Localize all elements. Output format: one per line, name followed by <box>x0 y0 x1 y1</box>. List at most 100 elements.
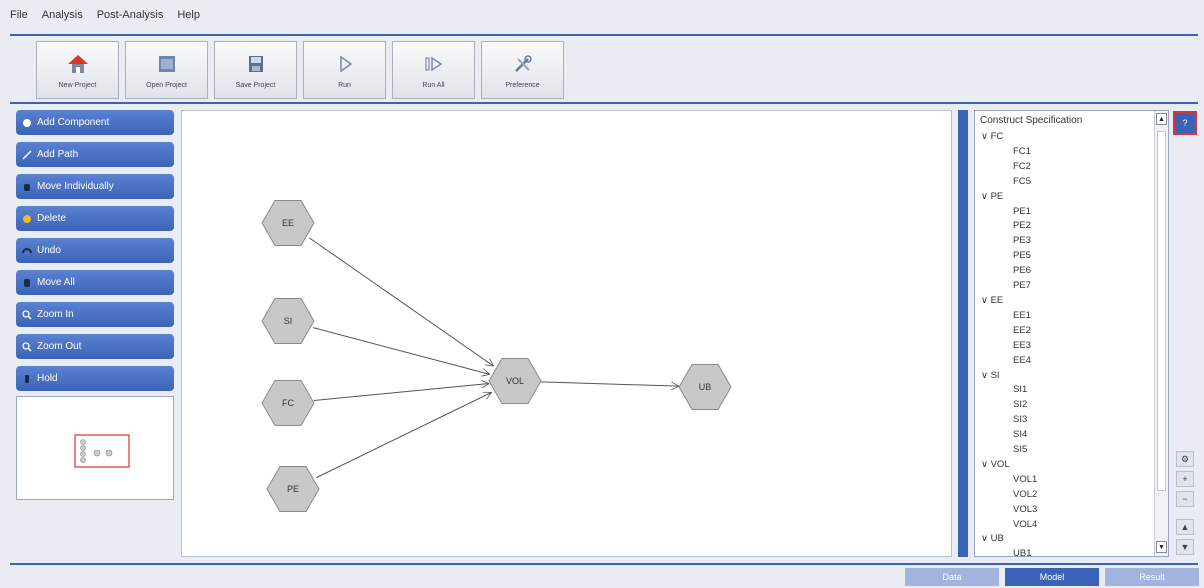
play-icon <box>334 52 356 76</box>
scroll-down-icon[interactable]: ▼ <box>1156 541 1167 553</box>
tree-item[interactable]: SI4 <box>979 428 1037 443</box>
delete-icon <box>22 214 32 224</box>
tree-item[interactable]: FC5 <box>979 175 1037 190</box>
path-arrow-fc-vol[interactable] <box>313 384 489 401</box>
tree-group-si[interactable]: ∨ SI <box>979 369 1037 384</box>
add-path-button[interactable]: Add Path <box>16 142 174 167</box>
overview-minimap[interactable] <box>16 396 174 500</box>
node-si[interactable]: SI <box>261 298 315 344</box>
run-all-button[interactable]: Run All <box>392 41 475 99</box>
node-vol[interactable]: VOL <box>488 358 542 404</box>
zoom-plus-icon[interactable]: + <box>1176 471 1194 487</box>
save-project-button[interactable]: Save Project <box>214 41 297 99</box>
tree-group-fc[interactable]: ∨ FC <box>979 130 1037 145</box>
preference-button[interactable]: Preference <box>481 41 564 99</box>
undo-icon <box>22 246 32 256</box>
tree-item[interactable]: PE3 <box>979 234 1037 249</box>
tree-group-ee[interactable]: ∨ EE <box>979 294 1037 309</box>
panel-splitter[interactable] <box>958 110 968 557</box>
zoom-in-button[interactable]: Zoom In <box>16 302 174 327</box>
node-label: SI <box>284 316 293 326</box>
tree-group-pe[interactable]: ∨ PE <box>979 190 1037 205</box>
scroll-thumb[interactable] <box>1157 131 1166 491</box>
menu-post-analysis[interactable]: Post-Analysis <box>97 9 164 21</box>
tree-item[interactable]: VOL3 <box>979 503 1037 518</box>
construct-tree-panel: Construct Specification ∨ FC FC1 FC2 FC5 ∨ P… <box>974 110 1169 557</box>
bottom-tabs: Data Model Result <box>905 568 1199 586</box>
zoom-out-icon <box>22 341 32 352</box>
menu-help[interactable]: Help <box>177 9 200 21</box>
circle-icon <box>22 118 32 128</box>
tree-item[interactable]: PE6 <box>979 264 1037 279</box>
left-panel: Add Component Add Path Move Individually… <box>16 110 175 398</box>
tree-item[interactable]: EE2 <box>979 324 1037 339</box>
save-icon <box>245 52 267 76</box>
tree-title: Construct Specification <box>980 115 1083 126</box>
play-all-icon <box>423 52 445 76</box>
hold-button[interactable]: Hold <box>16 366 174 391</box>
menu-file[interactable]: File <box>10 9 28 21</box>
tab-result[interactable]: Result <box>1105 568 1199 586</box>
path-arrow-si-vol[interactable] <box>313 327 490 375</box>
node-label: FC <box>282 398 294 408</box>
tree-item[interactable]: SI2 <box>979 398 1037 413</box>
path-arrow-vol-ub[interactable] <box>540 381 679 386</box>
move-individually-button[interactable]: Move Individually <box>16 174 174 199</box>
tree-item[interactable]: SI5 <box>979 443 1037 458</box>
undo-button[interactable]: Undo <box>16 238 174 263</box>
tree-scrollbar[interactable]: ▲ ▼ <box>1154 111 1168 556</box>
construct-tree: ∨ FC FC1 FC2 FC5 ∨ PE PE1 PE2 PE3 PE5 PE6 PE7 ∨ EE E… <box>979 130 1037 556</box>
tree-item[interactable]: EE3 <box>979 339 1037 354</box>
path-arrow-ee-vol[interactable] <box>309 237 493 366</box>
tree-item[interactable]: VOL1 <box>979 473 1037 488</box>
tab-data[interactable]: Data <box>905 568 999 586</box>
tree-item[interactable]: VOL4 <box>979 518 1037 533</box>
nav-up-icon[interactable]: ▲ <box>1176 519 1194 535</box>
settings-icon[interactable]: ⚙ <box>1176 451 1194 467</box>
node-ub[interactable]: UB <box>678 364 732 410</box>
menu-analysis[interactable]: Analysis <box>42 9 83 21</box>
tools-icon <box>512 52 534 76</box>
help-button[interactable]: ? <box>1173 111 1197 135</box>
move-all-button[interactable]: Move All <box>16 270 174 295</box>
move-icon <box>22 278 32 288</box>
tree-item[interactable]: SI3 <box>979 413 1037 428</box>
node-ee[interactable]: EE <box>261 200 315 246</box>
diagram-canvas[interactable]: EE SI FC PE VOL UB <box>181 110 952 557</box>
tree-group-vol[interactable]: ∨ VOL <box>979 458 1037 473</box>
delete-button[interactable]: Delete <box>16 206 174 231</box>
tree-item[interactable]: PE1 <box>979 205 1037 220</box>
scroll-up-icon[interactable]: ▲ <box>1156 113 1167 125</box>
node-fc[interactable]: FC <box>261 380 315 426</box>
new-project-button[interactable]: New Project <box>36 41 119 99</box>
menu-bar: File Analysis Post-Analysis Help <box>0 0 1204 30</box>
tree-item[interactable]: PE2 <box>979 219 1037 234</box>
path-diagram: EE SI FC PE VOL UB <box>261 200 732 512</box>
path-arrow-pe-vol[interactable] <box>316 392 491 479</box>
tree-group-ub[interactable]: ∨ UB <box>979 532 1037 547</box>
bottom-divider <box>10 563 1198 565</box>
tree-item[interactable]: EE1 <box>979 309 1037 324</box>
tree-item[interactable]: VOL2 <box>979 488 1037 503</box>
tree-item[interactable]: PE5 <box>979 249 1037 264</box>
nav-down-icon[interactable]: ▼ <box>1176 539 1194 555</box>
node-pe[interactable]: PE <box>266 466 320 512</box>
node-label: VOL <box>506 376 524 386</box>
tree-item[interactable]: FC2 <box>979 160 1037 175</box>
tree-item[interactable]: EE4 <box>979 354 1037 369</box>
tab-model[interactable]: Model <box>1005 568 1099 586</box>
zoom-out-button[interactable]: Zoom Out <box>16 334 174 359</box>
minimap-graphic <box>74 434 130 468</box>
add-component-button[interactable]: Add Component <box>16 110 174 135</box>
tree-item[interactable]: UB1 <box>979 547 1037 556</box>
tree-item[interactable]: FC1 <box>979 145 1037 160</box>
open-project-button[interactable]: Open Project <box>125 41 208 99</box>
zoom-in-icon <box>22 309 32 320</box>
run-button[interactable]: Run <box>303 41 386 99</box>
tree-item[interactable]: PE7 <box>979 279 1037 294</box>
zoom-minus-icon[interactable]: − <box>1176 491 1194 507</box>
hold-icon <box>22 374 32 384</box>
menu-divider <box>10 34 1198 36</box>
tree-item[interactable]: SI1 <box>979 383 1037 398</box>
node-label: UB <box>699 382 712 392</box>
